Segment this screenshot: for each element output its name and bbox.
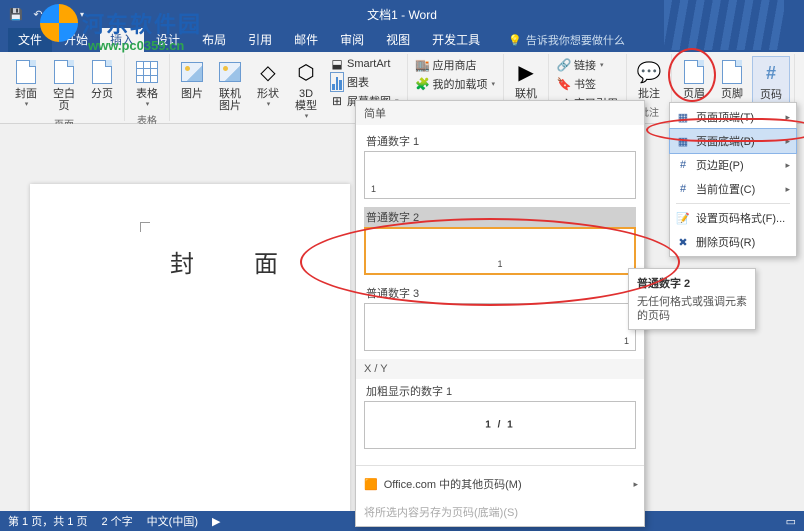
tab-home[interactable]: 开始 — [54, 27, 98, 52]
gallery-item-bold-1[interactable]: 加粗显示的数字 1 1 / 1 — [364, 381, 636, 449]
separator — [676, 203, 790, 204]
menu-remove-pagenum[interactable]: ✖删除页码(R) — [670, 230, 796, 254]
textbox-button[interactable]: A文本框▾ — [799, 56, 804, 112]
redo-icon[interactable]: ↻ — [52, 6, 68, 22]
cover-title-text: 封 面 — [170, 244, 296, 279]
group-pages: 封面▾ 空白页 分页 页面 — [4, 54, 125, 121]
picture-button[interactable]: 图片 — [174, 56, 210, 102]
status-macro-icon[interactable]: ▶ — [212, 515, 220, 528]
menu-format-pagenum[interactable]: 📝设置页码格式(F)... — [670, 206, 796, 230]
gallery-item-plain-1[interactable]: 普通数字 1 1 — [364, 131, 636, 199]
title-bar: 💾 ↶ ↻ ▾ 文档1 - Word — [0, 0, 804, 28]
page-number-gallery: 简单 普通数字 1 1 普通数字 2 1 普通数字 3 1 X / Y 加粗显示… — [355, 100, 645, 527]
chart-button[interactable]: 图表 — [326, 73, 403, 91]
page-number-position-menu: ▦页面顶端(T)▸ ▦页面底端(B)▸ #页边距(P)▸ #当前位置(C)▸ 📝… — [669, 102, 797, 257]
save-selection-as-pagenum: 将所选内容另存为页码(底端)(S) — [356, 498, 644, 526]
status-page[interactable]: 第 1 页，共 1 页 — [8, 513, 87, 529]
gallery-section-header-2: X / Y — [356, 359, 644, 379]
page-break-button[interactable]: 分页 — [84, 56, 120, 102]
table-button[interactable]: 表格▾ — [129, 56, 165, 110]
margin-corner-mark — [140, 222, 150, 232]
format-icon: 📝 — [676, 211, 690, 225]
view-read-icon[interactable]: ▭ — [786, 515, 796, 528]
separator — [356, 465, 644, 466]
tab-view[interactable]: 视图 — [376, 27, 420, 52]
qat-more-icon[interactable]: ▾ — [74, 6, 90, 22]
office-icon: 🟧 — [364, 478, 378, 491]
link-button[interactable]: 🔗链接▾ — [553, 56, 622, 74]
remove-icon: ✖ — [676, 235, 690, 249]
gallery-item-tooltip: 普通数字 2 无任何格式或强调元素的页码 — [628, 268, 756, 330]
3d-model-button[interactable]: ⬡3D 模型▾ — [288, 56, 324, 122]
page-bottom-icon: ▦ — [676, 134, 690, 148]
group-tables: 表格▾ 表格 — [125, 54, 170, 121]
tab-file[interactable]: 文件 — [8, 27, 52, 52]
cover-page-button[interactable]: 封面▾ — [8, 56, 44, 110]
tab-dev[interactable]: 开发工具 — [422, 27, 490, 52]
tab-insert[interactable]: 插入 — [100, 27, 144, 52]
save-icon[interactable]: 💾 — [8, 6, 24, 22]
menu-page-bottom[interactable]: ▦页面底端(B)▸ — [670, 129, 796, 153]
page-margin-icon: # — [676, 158, 690, 172]
menu-page-top[interactable]: ▦页面顶端(T)▸ — [670, 105, 796, 129]
shapes-button[interactable]: ◇形状▾ — [250, 56, 286, 110]
status-lang[interactable]: 中文(中国) — [147, 513, 198, 529]
comment-button[interactable]: 💬批注 — [631, 56, 667, 102]
bookmark-button[interactable]: 🔖书签 — [553, 75, 622, 93]
bulb-icon: 💡 — [508, 34, 522, 47]
smartart-button[interactable]: ⬓SmartArt — [326, 56, 403, 72]
tell-me-search[interactable]: 💡 告诉我你想要做什么 — [504, 28, 629, 52]
gallery-item-plain-3[interactable]: 普通数字 3 1 — [364, 283, 636, 351]
store-button[interactable]: 🏬应用商店 — [412, 56, 500, 74]
page-top-icon: ▦ — [676, 110, 690, 124]
document-page[interactable]: 封 面 — [30, 184, 350, 511]
tell-me-placeholder: 告诉我你想要做什么 — [526, 32, 625, 48]
office-more-pagenumbers[interactable]: 🟧Office.com 中的其他页码(M)▸ — [356, 470, 644, 498]
tab-layout[interactable]: 布局 — [192, 27, 236, 52]
tab-design[interactable]: 设计 — [146, 27, 190, 52]
gallery-section-header: 简单 — [356, 101, 644, 125]
my-addins-button[interactable]: 🧩我的加载项▾ — [412, 75, 500, 93]
tab-review[interactable]: 审阅 — [330, 27, 374, 52]
tab-mail[interactable]: 邮件 — [284, 27, 328, 52]
decor-stripes — [664, 0, 784, 50]
tooltip-body: 无任何格式或强调元素的页码 — [637, 295, 747, 323]
window-title: 文档1 - Word — [367, 6, 437, 23]
gallery-item-plain-2[interactable]: 普通数字 2 1 — [364, 207, 636, 275]
menu-current-position[interactable]: #当前位置(C)▸ — [670, 177, 796, 201]
online-picture-button[interactable]: 联机图片 — [212, 56, 248, 114]
blank-page-button[interactable]: 空白页 — [46, 56, 82, 114]
tab-references[interactable]: 引用 — [238, 27, 282, 52]
menu-page-margin[interactable]: #页边距(P)▸ — [670, 153, 796, 177]
quick-access-toolbar: 💾 ↶ ↻ ▾ — [0, 6, 90, 22]
status-words[interactable]: 2 个字 — [101, 513, 132, 529]
undo-icon[interactable]: ↶ — [30, 6, 46, 22]
current-pos-icon: # — [676, 182, 690, 196]
tooltip-title: 普通数字 2 — [637, 275, 747, 291]
